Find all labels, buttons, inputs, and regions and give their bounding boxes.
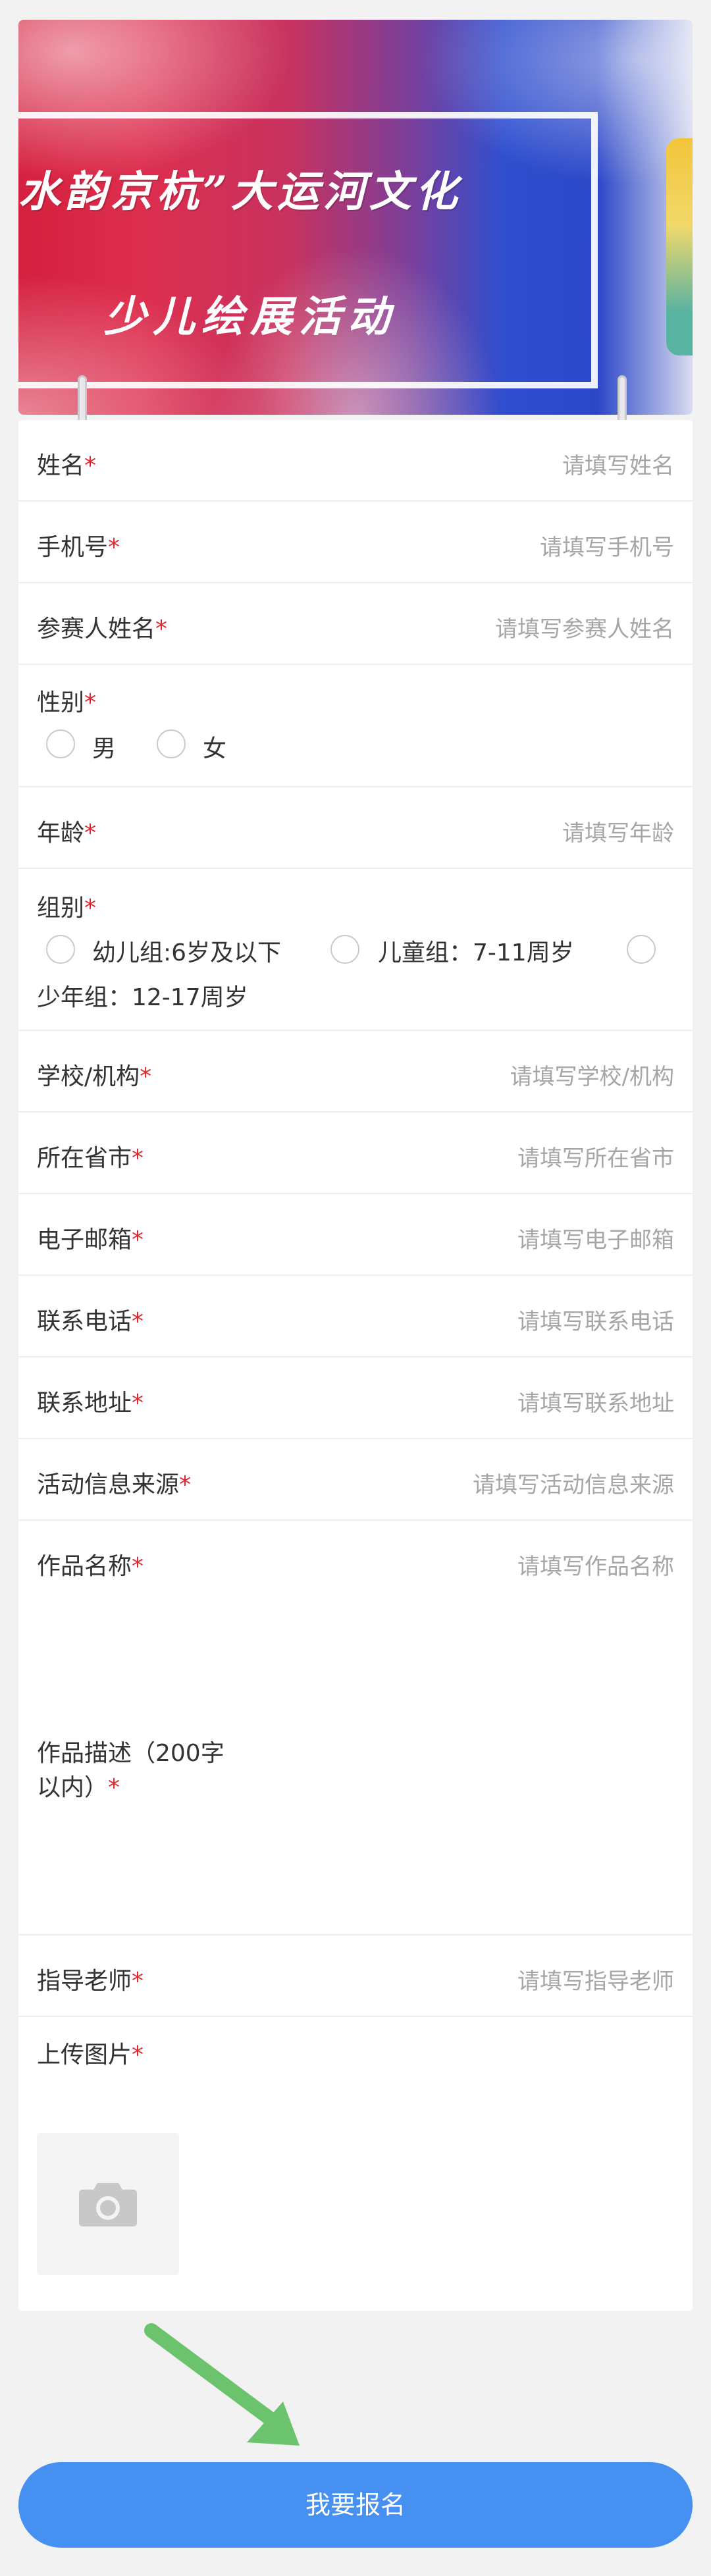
field-label: 学校/机构*	[37, 1063, 152, 1090]
field-label: 年龄*	[37, 820, 97, 847]
group-teen-label[interactable]: 少年组：12-17周岁	[37, 978, 248, 1012]
field-label: 所在省市*	[37, 1145, 144, 1172]
field-label: 参赛人姓名*	[37, 616, 168, 643]
name-input[interactable]: 请填写姓名	[562, 448, 674, 480]
field-contact-phone[interactable]: 联系电话* 请填写联系电话	[18, 1276, 693, 1357]
field-name[interactable]: 姓名* 请填写姓名	[18, 420, 693, 502]
field-school[interactable]: 学校/机构* 请填写学校/机构	[18, 1031, 693, 1113]
field-label-line2: 以内）*	[37, 1774, 120, 1801]
field-address[interactable]: 联系地址* 请填写联系地址	[18, 1357, 693, 1439]
work-title-input[interactable]: 请填写作品名称	[517, 1548, 674, 1581]
participant-name-input[interactable]: 请填写参赛人姓名	[495, 611, 674, 643]
field-label: 组别*	[37, 895, 97, 922]
teacher-input[interactable]: 请填写指导老师	[517, 1963, 674, 1995]
upload-image-button[interactable]	[37, 2133, 179, 2275]
group-toddler-label[interactable]: 幼儿组:6岁及以下	[92, 933, 281, 968]
banner-subtitle: 少儿绘展活动	[104, 292, 396, 342]
field-info-source[interactable]: 活动信息来源* 请填写活动信息来源	[18, 1439, 693, 1521]
gender-male-radio[interactable]	[46, 729, 75, 758]
field-label: 性别*	[37, 689, 97, 716]
gender-female-radio[interactable]	[157, 729, 186, 758]
field-work-description[interactable]: 作品描述（200字 以内）*	[18, 1602, 693, 1935]
field-label: 指导老师*	[37, 1968, 144, 1995]
age-input[interactable]: 请填写年龄	[562, 815, 674, 847]
camera-icon	[79, 2183, 137, 2226]
phone-input[interactable]: 请填写手机号	[540, 529, 674, 562]
field-label: 上传图片*	[37, 2041, 144, 2068]
field-group: 组别* 幼儿组:6岁及以下 儿童组：7-11周岁 少年组：12-17周岁	[18, 869, 693, 1031]
field-label: 作品描述（200字	[37, 1740, 224, 1767]
field-province-city[interactable]: 所在省市* 请填写所在省市	[18, 1113, 693, 1194]
field-work-title[interactable]: 作品名称* 请填写作品名称	[18, 1521, 693, 1602]
field-phone[interactable]: 手机号* 请填写手机号	[18, 502, 693, 583]
field-label: 电子邮箱*	[37, 1226, 144, 1253]
gender-female-label[interactable]: 女	[203, 729, 226, 764]
email-input[interactable]: 请填写电子邮箱	[517, 1222, 674, 1254]
register-button[interactable]: 我要报名	[18, 2462, 693, 2548]
field-participant-name[interactable]: 参赛人姓名* 请填写参赛人姓名	[18, 583, 693, 665]
address-input[interactable]: 请填写联系地址	[517, 1385, 674, 1417]
school-input[interactable]: 请填写学校/机构	[510, 1059, 674, 1091]
info-source-input[interactable]: 请填写活动信息来源	[473, 1467, 674, 1499]
group-toddler-radio[interactable]	[46, 935, 75, 964]
group-child-radio[interactable]	[330, 935, 359, 964]
field-email[interactable]: 电子邮箱* 请填写电子邮箱	[18, 1194, 693, 1276]
banner-frame	[18, 112, 598, 388]
group-child-label[interactable]: 儿童组：7-11周岁	[378, 933, 574, 968]
field-age[interactable]: 年龄* 请填写年龄	[18, 787, 693, 869]
field-label: 姓名*	[37, 452, 97, 479]
field-label: 活动信息来源*	[37, 1471, 192, 1498]
field-label: 作品名称*	[37, 1553, 144, 1580]
group-teen-radio[interactable]	[627, 935, 656, 964]
field-label: 联系地址*	[37, 1390, 144, 1417]
gender-male-label[interactable]: 男	[92, 729, 116, 764]
field-gender: 性别* 男 女	[18, 665, 693, 787]
pointer-arrow-icon	[144, 2323, 300, 2446]
province-city-input[interactable]: 请填写所在省市	[517, 1140, 674, 1172]
banner-title: 水韵京杭”大运河文化	[18, 167, 461, 217]
field-teacher[interactable]: 指导老师* 请填写指导老师	[18, 1935, 693, 2017]
field-label: 联系电话*	[37, 1308, 144, 1335]
registration-form: 姓名* 请填写姓名 手机号* 请填写手机号 参赛人姓名* 请填写参赛人姓名 性别…	[18, 420, 693, 2311]
field-label: 手机号*	[37, 534, 120, 561]
event-banner: 水韵京杭”大运河文化 少儿绘展活动	[18, 20, 693, 415]
contact-phone-input[interactable]: 请填写联系电话	[517, 1303, 674, 1336]
banner-decoration	[666, 138, 693, 355]
